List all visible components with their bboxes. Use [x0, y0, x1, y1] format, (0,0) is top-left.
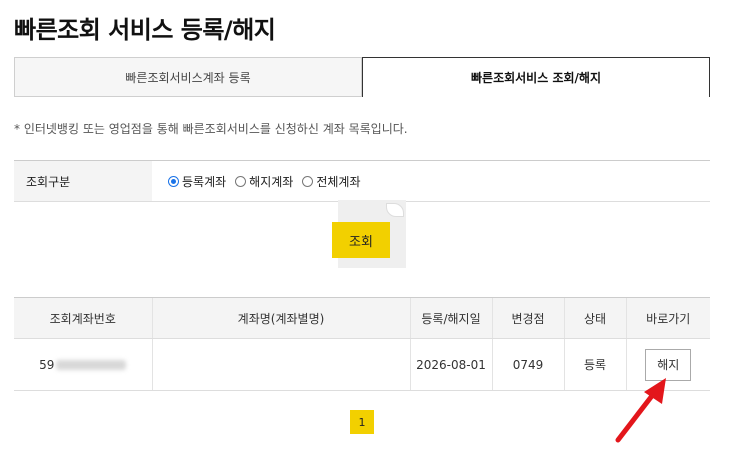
filter-label: 조회구분: [14, 161, 152, 201]
account-name-cell: [151, 338, 410, 391]
radio-label: 전체계좌: [316, 174, 361, 189]
column-header: 변경점: [491, 297, 564, 339]
red-arrow-icon: [615, 378, 666, 443]
radio-registered[interactable]: 등록계좌: [168, 173, 226, 190]
radio-label: 해지계좌: [249, 174, 294, 189]
column-header: 바로가기: [625, 297, 710, 339]
search-button[interactable]: 조회: [332, 222, 390, 258]
column-header: 계좌명(계좌별명): [151, 297, 410, 339]
filter-row: 조회구분 등록계좌 해지계좌 전체계좌: [14, 160, 710, 202]
pagination-page-current[interactable]: 1: [350, 410, 374, 434]
filter-radio-group: 등록계좌 해지계좌 전체계좌: [152, 173, 361, 190]
masked-account-number: [56, 359, 127, 370]
radio-unchecked-icon: [302, 175, 314, 187]
radio-checked-icon: [168, 175, 179, 187]
column-header: 상태: [563, 297, 626, 339]
account-number-prefix: 59: [39, 357, 55, 372]
radio-label: 등록계좌: [182, 174, 227, 189]
tab-inquiry-cancel[interactable]: 빠른조회서비스 조회/해지: [362, 57, 710, 97]
column-header: 등록/해지일: [409, 297, 492, 339]
notice-text: * 인터넷뱅킹 또는 영업점을 통해 빠른조회서비스를 신청하신 계좌 목록입니…: [14, 122, 408, 136]
radio-cancelled[interactable]: 해지계좌: [235, 173, 293, 190]
date-cell: 2026-08-01: [409, 338, 492, 391]
tab-bar: 빠른조회서비스계좌 등록 빠른조회서비스 조회/해지: [14, 57, 710, 97]
account-number-cell: 59: [14, 338, 152, 391]
column-header: 조회계좌번호: [14, 297, 152, 339]
table-header-row: 조회계좌번호 계좌명(계좌별명) 등록/해지일 변경점 상태 바로가기: [14, 297, 710, 339]
page-title: 빠른조회 서비스 등록/해지: [14, 16, 276, 44]
branch-cell: 0749: [491, 338, 564, 391]
tab-register[interactable]: 빠른조회서비스계좌 등록: [14, 57, 362, 97]
radio-unchecked-icon: [235, 175, 247, 187]
radio-all[interactable]: 전체계좌: [302, 173, 361, 190]
